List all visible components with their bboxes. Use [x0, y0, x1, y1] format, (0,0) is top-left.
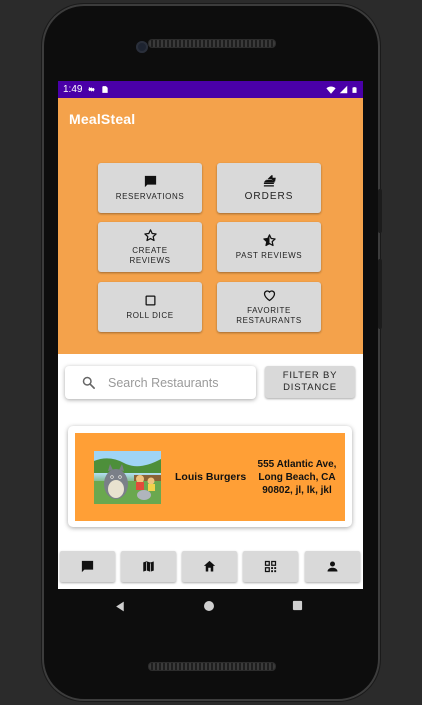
app-bar: MealSteal — [58, 98, 363, 140]
roll-dice-label: Roll Dice — [126, 311, 174, 320]
nav-home-button[interactable] — [182, 551, 237, 582]
search-area: Filter by Distance — [58, 354, 363, 434]
search-icon — [82, 376, 95, 389]
recents-icon[interactable] — [292, 600, 303, 611]
restaurant-name: Louis Burgers — [175, 471, 247, 483]
bottom-nav — [58, 551, 363, 585]
front-camera — [136, 41, 148, 53]
status-time: 1:49 — [63, 84, 83, 95]
square-outline-icon — [145, 295, 155, 306]
top-speaker — [148, 39, 276, 48]
fastfood-icon — [263, 175, 276, 187]
totoro-picture — [94, 450, 161, 504]
restaurant-card[interactable]: Louis Burgers 555 Atlantic Ave, Long Bea… — [68, 426, 352, 527]
restaurant-card-content: Louis Burgers 555 Atlantic Ave, Long Bea… — [75, 433, 345, 521]
favorite-restaurants-label: Favorite Restaurants — [236, 306, 302, 325]
power-button — [378, 189, 382, 233]
filter-label: Filter by Distance — [282, 370, 338, 393]
nav-map-button[interactable] — [121, 551, 176, 582]
home-icon — [203, 560, 216, 572]
restaurant-image — [94, 450, 161, 504]
roll-dice-button[interactable]: Roll Dice — [98, 282, 202, 332]
search-box[interactable] — [65, 366, 256, 399]
volume-button — [378, 259, 382, 329]
nav-chat-button[interactable] — [60, 551, 115, 582]
signal-icon — [339, 85, 348, 94]
sd-card-icon — [102, 86, 109, 93]
orders-label: Orders — [244, 191, 294, 202]
person-icon — [327, 561, 338, 572]
app-title: MealSteal — [69, 111, 136, 127]
bottom-speaker — [148, 662, 276, 671]
chat-icon — [144, 175, 156, 188]
chat-icon — [81, 560, 94, 573]
status-bar: 1:49 — [58, 81, 363, 98]
create-reviews-label: Create Reviews — [129, 246, 171, 265]
android-nav-bar — [58, 589, 363, 625]
heart-outline-icon — [263, 290, 275, 302]
nav-profile-button[interactable] — [305, 551, 360, 582]
battery-icon — [352, 86, 357, 93]
past-reviews-button[interactable]: Past Reviews — [217, 222, 321, 272]
wifi-icon — [326, 86, 336, 94]
gear-icon — [88, 87, 96, 92]
star-half-icon — [262, 234, 276, 247]
create-reviews-button[interactable]: Create Reviews — [98, 222, 202, 272]
menu-panel: Reservations Orders Create Reviews Past … — [58, 140, 363, 354]
qr-code-icon — [264, 560, 277, 573]
app-screen: 1:49 MealSteal Reservations Orders Creat… — [58, 81, 363, 589]
orders-button[interactable]: Orders — [217, 163, 321, 213]
home-circle-icon[interactable] — [203, 600, 215, 612]
reservations-button[interactable]: Reservations — [98, 163, 202, 213]
nav-qr-button[interactable] — [243, 551, 298, 582]
filter-by-distance-button[interactable]: Filter by Distance — [265, 366, 355, 398]
reservations-label: Reservations — [115, 192, 185, 201]
restaurant-address: 555 Atlantic Ave, Long Beach, CA 90802, … — [257, 458, 337, 496]
map-icon — [142, 560, 155, 573]
star-outline-icon — [143, 229, 157, 242]
past-reviews-label: Past Reviews — [235, 251, 303, 260]
favorite-restaurants-button[interactable]: Favorite Restaurants — [217, 282, 321, 332]
search-input[interactable] — [106, 374, 240, 391]
back-icon[interactable] — [114, 600, 127, 613]
